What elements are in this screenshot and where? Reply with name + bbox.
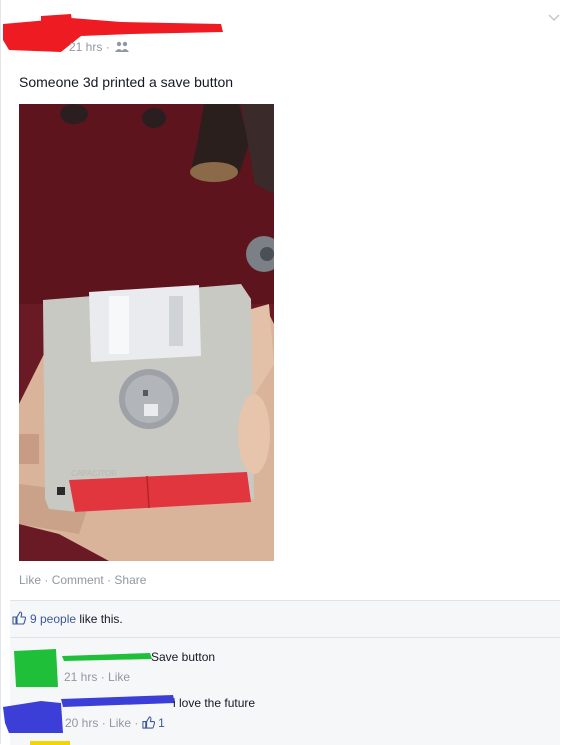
action-separator: · (107, 573, 112, 587)
post-photo[interactable]: CAPACITOR (19, 104, 274, 561)
comment-separator: · (100, 670, 105, 684)
comment-2-like-count[interactable]: 1 (158, 716, 165, 730)
redacted-commenter-3-avatar (30, 741, 70, 745)
feedback-section: 9 people like this. Save button 21 hrs ·… (3, 600, 560, 745)
audience-friends-icon[interactable] (115, 41, 130, 56)
comment-1-meta: 21 hrs · Like (64, 670, 130, 684)
comment-1-timestamp[interactable]: 21 hrs (64, 670, 97, 684)
post-actions: Like · Comment · Share (19, 573, 146, 587)
action-separator: · (44, 573, 49, 587)
comment-2-like-link[interactable]: Like (109, 716, 131, 730)
disk-label-text: CAPACITOR (71, 469, 117, 478)
like-link[interactable]: Like (19, 573, 41, 587)
comment-link[interactable]: Comment (52, 573, 104, 587)
post-timestamp[interactable]: 21 hrs (69, 40, 102, 54)
comment-1-text: Save button (151, 650, 216, 664)
meta-separator: · (105, 40, 110, 54)
ufi-divider (10, 637, 560, 638)
comment-1-like-link[interactable]: Like (108, 670, 130, 684)
post-options-chevron-icon[interactable] (547, 10, 561, 24)
share-link[interactable]: Share (114, 573, 146, 587)
likes-suffix: like this. (76, 612, 123, 626)
comment-2-text: i love the future (173, 696, 256, 710)
comment-2-meta: 20 hrs · Like · 1 (65, 716, 165, 732)
comment-2-thumbs-up-icon (142, 716, 155, 732)
likes-count-link[interactable]: 9 people (30, 612, 76, 626)
comment-separator: · (134, 716, 139, 730)
post-meta: 21 hrs · (69, 40, 130, 56)
post-message: Someone 3d printed a save button (19, 74, 234, 90)
comment-2-timestamp[interactable]: 20 hrs (65, 716, 98, 730)
thumbs-up-icon (12, 611, 27, 628)
comment-separator: · (101, 716, 106, 730)
news-feed-post: 21 hrs · Someone 3d printed a save butto… (0, 0, 567, 745)
